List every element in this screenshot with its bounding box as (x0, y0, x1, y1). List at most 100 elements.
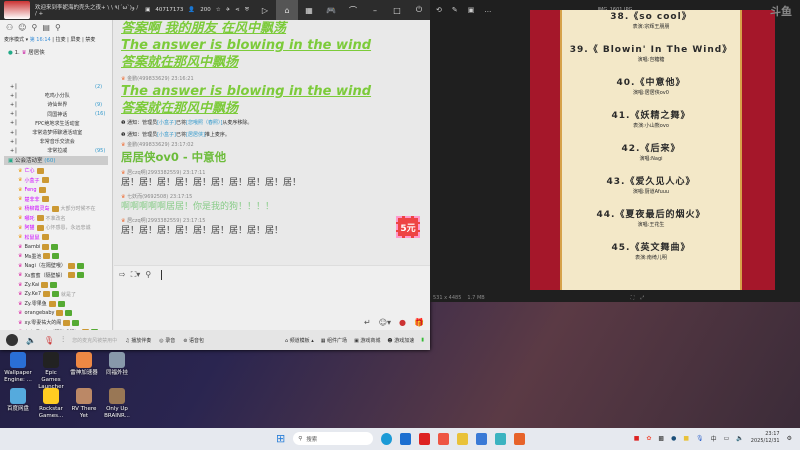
notice-user[interactable]: [您哦照（春照）] (186, 120, 222, 126)
share-icon[interactable]: ⋖ (235, 7, 240, 13)
desktop-shortcut[interactable]: 雷神加速器 (68, 352, 100, 377)
notice-admin[interactable]: [小盒子] (157, 132, 176, 138)
app-icon[interactable] (514, 432, 526, 445)
expand-icon[interactable]: + ▏ (10, 84, 20, 90)
block-mic-button[interactable]: 屏麦 (70, 37, 80, 43)
clock[interactable]: 23:17 2025/12/31 (751, 431, 780, 445)
expand-icon[interactable]: + ▏ (10, 111, 20, 117)
channel-item[interactable]: + ▏ 非常拉戚 (95) (0, 146, 113, 155)
expand-icon[interactable]: + ▏ (10, 93, 20, 99)
minimize-button[interactable]: – (364, 0, 386, 20)
member-item[interactable]: ♛ Zy.Ke7 就是了 (0, 290, 113, 300)
face-icon[interactable]: ☺ (18, 23, 26, 32)
zoom-icon[interactable]: ⚲ (145, 270, 151, 280)
room-avatar[interactable] (4, 1, 31, 19)
member-item[interactable]: ♛ Ms墨池 (0, 252, 113, 262)
start-icon[interactable]: ⊞ (276, 432, 285, 445)
member-item[interactable]: ♛ Zy.Kai (0, 280, 113, 290)
skin-icon[interactable]: ⌒ (342, 0, 364, 20)
expand-icon[interactable]: + ▏ (10, 148, 20, 154)
pull-mic-button[interactable]: 拉麦 (56, 37, 66, 43)
location-icon[interactable]: ⚲ (32, 23, 38, 32)
channel-item[interactable]: + ▏ 同国神话 (16) (0, 110, 113, 119)
search-icon[interactable]: ⚲ (55, 23, 61, 32)
shield-icon[interactable]: ⛨ (245, 7, 249, 14)
steam-icon[interactable]: ● (671, 435, 676, 442)
channel-item[interactable]: + ▏ (2) (0, 82, 113, 91)
expand-icon[interactable]: + ▏ (10, 139, 20, 145)
ime-indicator[interactable]: 中 (711, 434, 717, 443)
desktop-shortcut[interactable]: Wallpaper Engine: ... (2, 352, 34, 384)
settings-icon[interactable]: ⚙ (787, 435, 792, 442)
member-item[interactable]: ♛ 小盒子 (0, 176, 113, 186)
gamepad-icon[interactable]: ⛶▾ (131, 270, 141, 280)
member-item[interactable]: ♛ xy.零妻祐大的阁 (0, 318, 113, 328)
power-button[interactable]: ⏻ (408, 0, 430, 20)
desktop-shortcut[interactable]: Epic Games Launcher (35, 352, 67, 391)
channel-item[interactable]: + ▏ FPC绝地求生活动室 (0, 119, 113, 128)
flower-icon[interactable]: ● (399, 318, 406, 327)
record-button[interactable]: ◎ 录音 (159, 337, 175, 344)
mic-queue-item[interactable]: ● 1. ♛ 居居侠 (0, 44, 112, 60)
channel-item[interactable]: + ▏ 非常造梦师聊通活动室 (0, 128, 113, 137)
emoji-icon[interactable]: ☺▾ (379, 318, 391, 327)
game-store-button[interactable]: ▣ 游戏商城 (354, 337, 380, 344)
channel-item[interactable]: + ▏ 吃鸡小分队 (0, 91, 113, 100)
app-icon[interactable] (400, 432, 412, 445)
desktop-shortcut[interactable]: 百度网盘 (2, 388, 34, 413)
game-boost-button[interactable]: ☻ 游戏加速 (387, 337, 414, 344)
channel-guild[interactable]: ▣ 公会活动室 (60) (4, 156, 108, 165)
calendar-icon[interactable]: ▦ (298, 0, 320, 20)
member-item[interactable]: ♛ 楚非非 (0, 195, 113, 205)
tray-app-icon[interactable]: ■ (683, 435, 689, 442)
member-item[interactable]: ♛ 哪吒 不准改名 (0, 214, 113, 224)
share-icon[interactable]: ⇨ (119, 270, 126, 280)
member-item[interactable]: ♛ orangebaby (0, 309, 113, 319)
voice-app-icon[interactable] (457, 432, 469, 445)
volume-icon[interactable]: 🔈 (736, 435, 743, 442)
speaker-icon[interactable]: 🔈 (26, 336, 36, 345)
member-item[interactable]: ♛ Bambi (0, 242, 113, 252)
list-icon[interactable]: ▤ (42, 23, 50, 32)
desktop-shortcut[interactable]: RV There Yet (68, 388, 100, 420)
component-plaza-button[interactable]: ▦ 组件广场 (321, 337, 347, 344)
equalizer-icon[interactable]: ⫶ (62, 335, 64, 345)
star-icon[interactable]: ☆ (216, 7, 221, 13)
member-item[interactable]: ♛ Zy.零果鱼 (0, 299, 113, 309)
user-icon[interactable]: ⚇ (6, 23, 13, 32)
member-item[interactable]: ♛ 杨柳霞灵岛 大部分时候不在 (0, 204, 113, 214)
tray-app-icon[interactable]: ■ (634, 435, 640, 442)
desktop-shortcut[interactable]: Only Up BRAINR... (101, 388, 133, 420)
mic-icon[interactable]: 🎙 (696, 435, 704, 442)
tray-app-icon[interactable]: ✿ (646, 435, 651, 442)
network-icon[interactable]: ▭ (724, 435, 730, 442)
gift-icon[interactable]: 🎁 (414, 318, 424, 327)
avatar[interactable] (6, 334, 18, 346)
tray-app-icon[interactable]: ▩ (658, 435, 664, 442)
red-packet[interactable]: 5元 (396, 216, 420, 238)
member-item[interactable]: ♛ Feng (0, 185, 113, 195)
notepad-icon[interactable] (495, 432, 507, 445)
app-icon[interactable] (438, 432, 450, 445)
member-item[interactable]: ♛ 松鼠鼠 (0, 233, 113, 243)
edge-icon[interactable] (381, 432, 393, 445)
channel-item[interactable]: + ▏ 非常音乐交流会 (0, 137, 113, 146)
channel-item[interactable]: + ▏ 诗仙世界 (9) (0, 100, 113, 109)
maximize-button[interactable]: □ (386, 0, 408, 20)
member-item[interactable]: ♛ Nagi（在隔壁哦） (0, 261, 113, 271)
mode-dropdown[interactable]: 麦序模式 ▾ (4, 37, 28, 43)
desktop-shortcut[interactable]: Rockstar Games... (35, 388, 67, 420)
enter-icon[interactable]: ↵ (364, 318, 371, 327)
fullscreen-icon[interactable]: ⤢ (640, 295, 644, 301)
voice-pack-button[interactable]: ⊚ 语音包 (183, 337, 204, 344)
expand-icon[interactable]: + ▏ (10, 120, 20, 126)
desktop-shortcut[interactable]: 同福外挂 (101, 352, 133, 377)
notice-user[interactable]: [居居侠] (186, 132, 205, 138)
member-item[interactable]: ♛ 阿猫 心怀感恩，永远忠诚 (0, 223, 113, 233)
video-icon[interactable]: ▷ (254, 0, 276, 20)
gamepad-icon[interactable]: 🎮 (320, 0, 342, 20)
netease-music-icon[interactable] (419, 432, 431, 445)
plane-icon[interactable]: ✈ (226, 7, 231, 13)
expand-icon[interactable]: + ▏ (10, 130, 20, 136)
mic-muted-icon[interactable]: 🎙 (44, 336, 54, 345)
